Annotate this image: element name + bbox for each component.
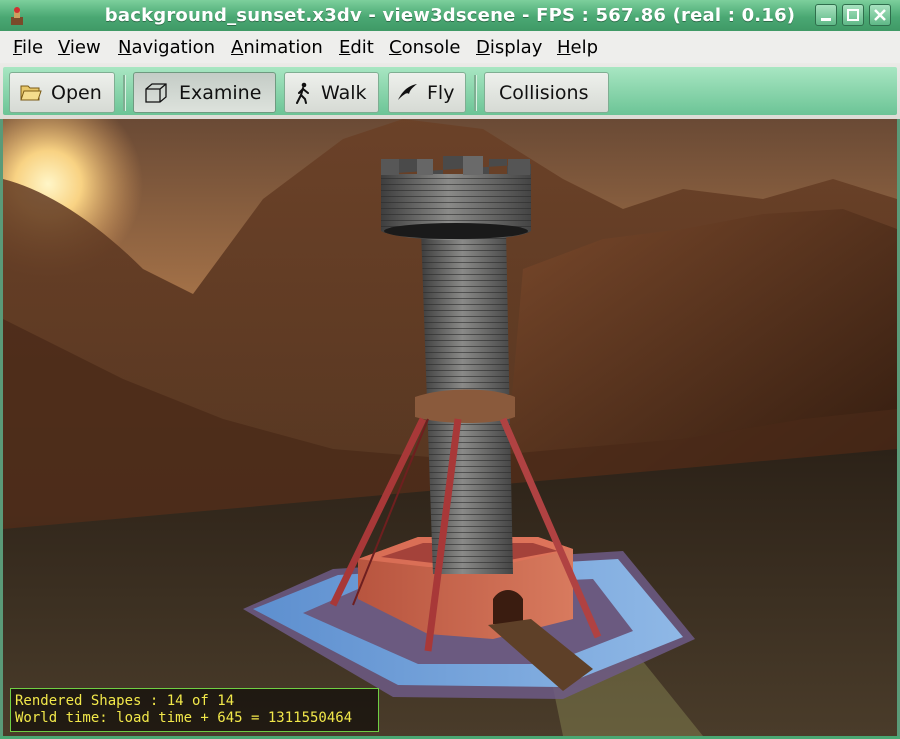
menu-view[interactable]: View [58,37,101,58]
app-window: background_sunset.x3dv - view3dscene - F… [0,0,900,739]
menu-bar: File View Navigation Animation Edit Cons… [0,31,900,63]
menu-help[interactable]: Help [557,37,598,58]
menu-file[interactable]: File [13,37,43,58]
toolbar: Open Examine Walk Fly Collisions [0,63,900,119]
close-icon [874,9,886,21]
walk-label: Walk [321,82,367,104]
3d-viewport[interactable]: Rendered Shapes : 14 of 14 World time: l… [3,119,897,736]
title-bar[interactable]: background_sunset.x3dv - view3dscene - F… [0,0,900,31]
bird-icon [398,84,417,100]
minimize-button[interactable] [815,4,837,26]
minimize-icon [821,18,831,21]
cube-icon [145,83,167,103]
menu-edit[interactable]: Edit [339,37,374,58]
walk-button[interactable]: Walk [284,72,379,113]
menu-animation[interactable]: Animation [231,37,323,58]
maximize-icon [847,9,859,21]
examine-button[interactable]: Examine [133,72,276,113]
collisions-toggle[interactable]: Collisions [484,72,609,113]
toolbar-separator [123,75,126,111]
walking-person-icon [296,82,309,104]
maximize-button[interactable] [842,4,864,26]
open-button[interactable]: Open [9,72,115,113]
menu-navigation[interactable]: Navigation [118,37,215,58]
menu-console[interactable]: Console [389,37,460,58]
folder-open-icon [20,85,42,101]
menu-display[interactable]: Display [476,37,542,58]
examine-label: Examine [179,82,262,104]
collisions-label: Collisions [499,82,589,104]
status-overlay: Rendered Shapes : 14 of 14 World time: l… [10,688,379,732]
open-label: Open [51,82,102,104]
fly-label: Fly [427,82,455,104]
toolbar-separator [474,75,477,111]
scene-render [3,119,897,736]
fly-button[interactable]: Fly [388,72,466,113]
rendered-shapes-text: Rendered Shapes : 14 of 14 [15,693,235,709]
close-button[interactable] [869,4,891,26]
window-title: background_sunset.x3dv - view3dscene - F… [104,5,796,26]
world-time-text: World time: load time + 645 = 1311550464 [15,710,353,726]
